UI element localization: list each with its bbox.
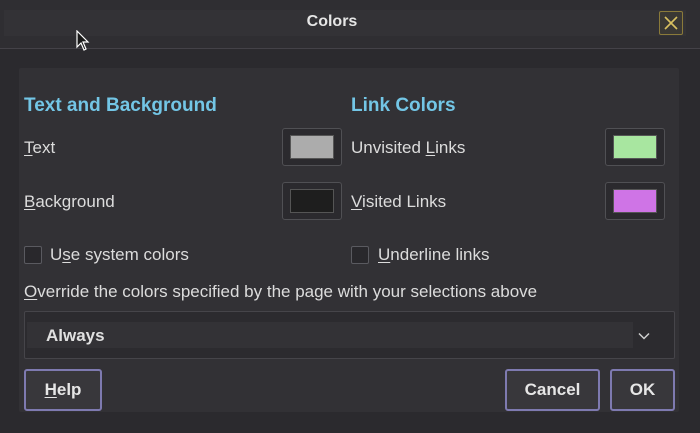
use-system-colors-prefix: U xyxy=(50,245,63,264)
override-select-value: Always xyxy=(46,326,105,345)
chevron-down-icon xyxy=(638,332,650,340)
use-system-colors-checkbox[interactable] xyxy=(24,246,42,264)
unvisited-prefix: Unvisited xyxy=(351,138,426,157)
background-color-label: Background xyxy=(24,192,115,212)
mouse-cursor-icon xyxy=(76,30,90,51)
dialog-title: Colors xyxy=(306,13,358,30)
use-system-colors-rest: e system colors xyxy=(70,245,189,264)
override-mnemonic: O xyxy=(24,282,38,301)
background-color-button[interactable] xyxy=(282,182,342,220)
text-color-swatch xyxy=(290,135,334,159)
use-system-colors-mnemonic: s xyxy=(62,245,71,264)
unvisited-links-color-button[interactable] xyxy=(605,128,665,166)
text-mnemonic: T xyxy=(24,138,33,157)
visited-mnemonic: V xyxy=(351,192,363,211)
underline-links-checkbox[interactable] xyxy=(351,246,369,264)
help-button[interactable]: Help xyxy=(24,369,102,411)
title-separator xyxy=(0,48,700,49)
underline-links-label[interactable]: Underline links xyxy=(378,245,490,265)
underline-mnemonic: U xyxy=(378,245,391,264)
link-colors-heading: Link Colors xyxy=(351,95,456,116)
visited-links-swatch xyxy=(613,189,657,213)
text-color-label: Text xyxy=(24,138,55,158)
text-color-button[interactable] xyxy=(282,128,342,166)
close-icon xyxy=(664,16,678,30)
help-mnemonic: H xyxy=(44,380,57,399)
background-color-swatch xyxy=(290,189,334,213)
background-label-rest: ackground xyxy=(35,192,115,211)
unvisited-mnemonic: L xyxy=(425,138,436,157)
colors-panel xyxy=(19,68,679,412)
override-select-inner xyxy=(27,322,633,348)
override-label-rest: verride the colors specified by the page… xyxy=(37,282,538,301)
unvisited-links-label: Unvisited Links xyxy=(351,138,465,158)
visited-links-label: Visited Links xyxy=(351,192,446,212)
cancel-button[interactable]: Cancel xyxy=(505,369,600,411)
underline-rest: nderline links xyxy=(390,245,490,264)
unvisited-rest: inks xyxy=(435,138,466,157)
override-select[interactable]: Always xyxy=(24,311,675,359)
visited-rest: isited Links xyxy=(362,192,447,211)
ok-button[interactable]: OK xyxy=(610,369,675,411)
close-button[interactable] xyxy=(659,11,683,35)
title-bar: Colors xyxy=(0,0,700,48)
override-label: Override the colors specified by the pag… xyxy=(24,282,537,302)
use-system-colors-label[interactable]: Use system colors xyxy=(50,245,189,265)
help-label-rest: elp xyxy=(56,380,82,399)
background-mnemonic: B xyxy=(24,192,36,211)
text-background-heading: Text and Background xyxy=(24,95,217,116)
unvisited-links-swatch xyxy=(613,135,657,159)
text-label-rest: ext xyxy=(32,138,56,157)
visited-links-color-button[interactable] xyxy=(605,182,665,220)
